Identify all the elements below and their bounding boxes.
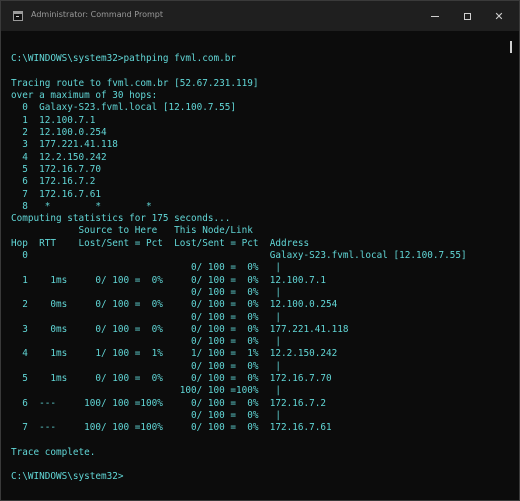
console-line: Source to Here This Node/Link (11, 225, 253, 237)
console-line: Tracing route to fvml.com.br [52.67.231.… (11, 77, 259, 89)
console-line: 4 12.2.150.242 (11, 151, 107, 163)
console-line: 6 172.16.7.2 (11, 176, 96, 188)
command-prompt-window: Administrator: Command Prompt ✕ C:\WINDO… (0, 0, 520, 501)
console-line: 2 0ms 0/ 100 = 0% 0/ 100 = 0% 12.100.0.2… (11, 299, 338, 311)
window-title: Administrator: Command Prompt (31, 10, 163, 19)
console-line: 7 172.16.7.61 (11, 188, 102, 200)
console-line: 4 1ms 1/ 100 = 1% 1/ 100 = 1% 12.2.150.2… (11, 348, 338, 360)
close-icon: ✕ (494, 9, 504, 23)
console-line: 0/ 100 = 0% | (11, 336, 282, 348)
console-line: 3 177.221.41.118 (11, 139, 118, 151)
console-line: 0 Galaxy-S23.fvml.local [12.100.7.55] (11, 102, 237, 114)
console-line: 2 12.100.0.254 (11, 127, 107, 139)
console-line: over a maximum of 30 hops: (11, 90, 158, 102)
title-bar[interactable]: Administrator: Command Prompt ✕ (1, 1, 519, 31)
console-line: Trace complete. (11, 446, 96, 458)
console-line: 1 12.100.7.1 (11, 114, 96, 126)
console-line: 7 --- 100/ 100 =100% 0/ 100 = 0% 172.16.… (11, 422, 332, 434)
console-line: 5 172.16.7.70 (11, 163, 102, 175)
console-output[interactable]: C:\WINDOWS\system32>pathping fvml.com.br… (11, 41, 501, 491)
minimize-button[interactable] (419, 1, 451, 31)
console-line: Computing statistics for 175 seconds... (11, 213, 231, 225)
cmd-icon (13, 11, 23, 21)
vertical-scrollbar[interactable] (506, 31, 519, 500)
console-line: 0/ 100 = 0% | (11, 360, 282, 372)
console-line: 1 1ms 0/ 100 = 0% 0/ 100 = 0% 12.100.7.1 (11, 274, 327, 286)
console-line: C:\WINDOWS\system32> (11, 471, 124, 483)
console-line: Hop RTT Lost/Sent = Pct Lost/Sent = Pct … (11, 237, 310, 249)
console-line: 0/ 100 = 0% | (11, 311, 282, 323)
console-line: 6 --- 100/ 100 =100% 0/ 100 = 0% 172.16.… (11, 397, 327, 409)
console-line: 100/ 100 =100% | (11, 385, 282, 397)
console-line: 8 * * * (11, 200, 152, 212)
console-line: 0/ 100 = 0% | (11, 286, 282, 298)
console-line: 0 Galaxy-S23.fvml.local [12.100.7.55] (11, 250, 467, 262)
maximize-button[interactable] (451, 1, 483, 31)
minimize-icon (431, 15, 439, 17)
close-button[interactable]: ✕ (483, 1, 515, 31)
scrollbar-thumb[interactable] (510, 41, 512, 53)
console-line: 0/ 100 = 0% | (11, 409, 282, 421)
console-line: C:\WINDOWS\system32>pathping fvml.com.br (11, 53, 237, 65)
maximize-icon (463, 12, 471, 20)
console-line: 5 1ms 0/ 100 = 0% 0/ 100 = 0% 172.16.7.7… (11, 373, 332, 385)
console-line: 3 0ms 0/ 100 = 0% 0/ 100 = 0% 177.221.41… (11, 323, 349, 335)
console-line: 0/ 100 = 0% | (11, 262, 282, 274)
